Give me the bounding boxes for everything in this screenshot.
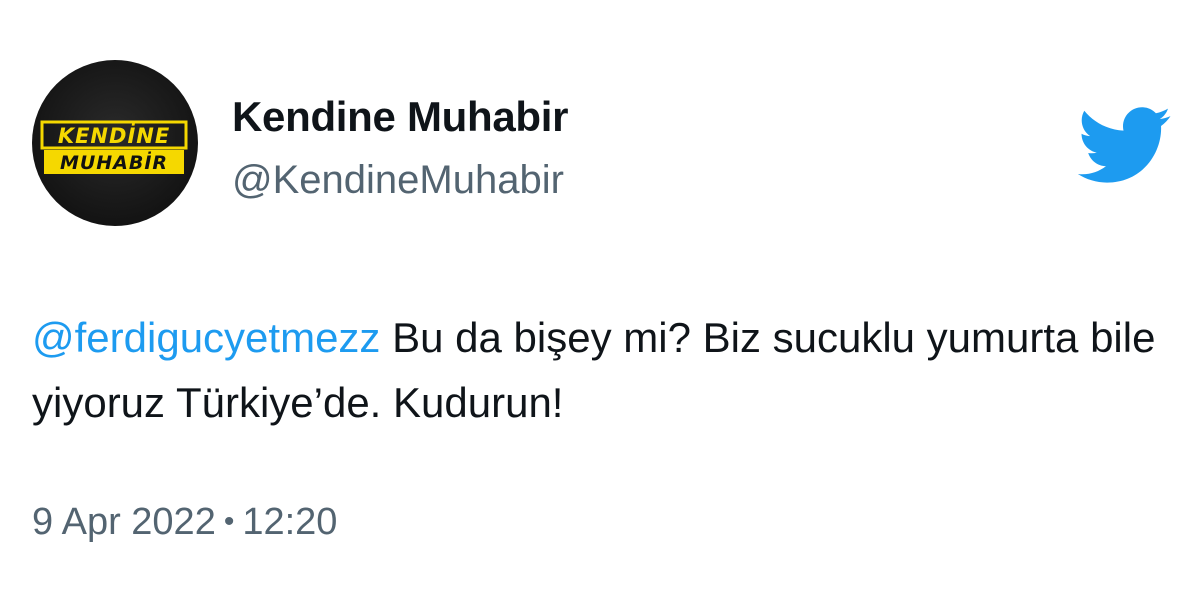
svg-text:MUHABİR: MUHABİR [60, 150, 168, 174]
kendine-muhabir-logo: KENDİNE MUHABİR [40, 120, 188, 174]
mention-link[interactable]: @ferdigucyetmezz [32, 314, 380, 361]
tweet-time: 12:20 [242, 501, 338, 543]
tweet-text: @ferdigucyetmezz Bu da bişey mi? Biz suc… [32, 305, 1172, 435]
svg-text:KENDİNE: KENDİNE [58, 123, 170, 148]
separator-dot: • [223, 505, 235, 538]
tweet-card: KENDİNE MUHABİR Kendine Muhabir @Kendine… [0, 0, 1200, 610]
display-name[interactable]: Kendine Muhabir [232, 92, 568, 142]
timestamp[interactable]: 9 Apr 2022 • 12:20 [32, 497, 337, 550]
tweet-date: 9 Apr 2022 [32, 501, 216, 543]
twitter-bird-icon[interactable] [1074, 104, 1172, 186]
user-handle[interactable]: @KendineMuhabir [232, 155, 564, 205]
avatar[interactable]: KENDİNE MUHABİR [32, 60, 198, 226]
